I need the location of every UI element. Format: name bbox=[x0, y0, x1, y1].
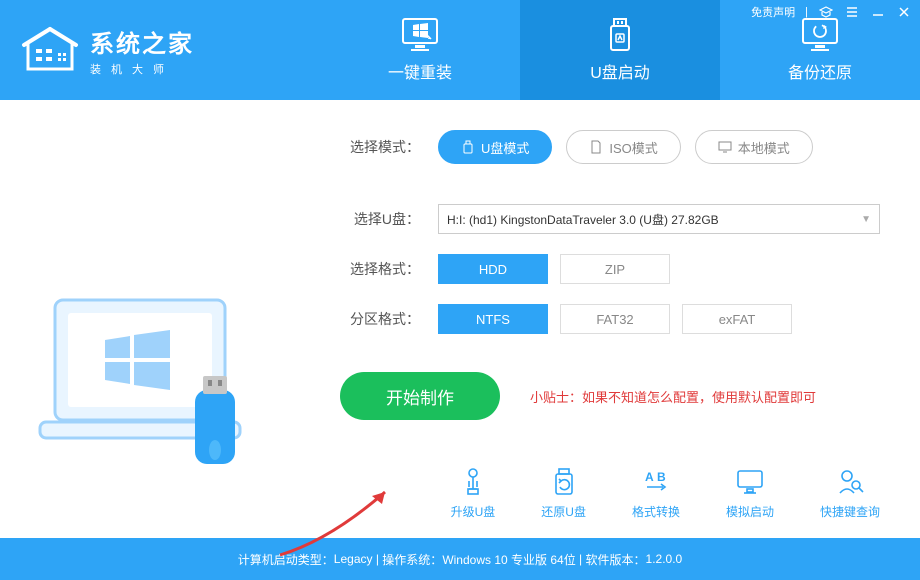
partition-row: 分区格式： NTFS FAT32 exFAT bbox=[340, 304, 880, 334]
disclaimer-link[interactable]: 免责声明 bbox=[751, 4, 795, 20]
start-create-button[interactable]: 开始制作 bbox=[340, 372, 500, 420]
mode-row: 选择模式： U盘模式 ISO模式 本地模式 bbox=[340, 130, 880, 164]
action-row: 开始制作 小贴士：如果不知道怎么配置，使用默认配置即可 bbox=[340, 372, 880, 420]
titlebar-controls: 免责声明 | bbox=[751, 4, 912, 20]
close-button[interactable] bbox=[896, 5, 912, 19]
status-bar: 计算机启动类型： Legacy | 操作系统： Windows 10 专业版 6… bbox=[0, 538, 920, 580]
format-hdd-button[interactable]: HDD bbox=[438, 254, 548, 284]
logo-sub: 装机大师 bbox=[90, 61, 194, 77]
mode-usb-button[interactable]: U盘模式 bbox=[438, 130, 552, 164]
boot-type-value: Legacy bbox=[334, 552, 373, 566]
mode-usb-text: U盘模式 bbox=[481, 138, 529, 157]
mode-label: 选择模式： bbox=[340, 137, 420, 157]
tab-label: 一键重装 bbox=[388, 59, 452, 83]
tab-usb-boot[interactable]: U盘启动 bbox=[520, 0, 720, 100]
tab-label: U盘启动 bbox=[590, 59, 650, 83]
usb-select-value: H:I: (hd1) KingstonDataTraveler 3.0 (U盘)… bbox=[447, 211, 719, 228]
usb-select-row: 选择U盘： H:I: (hd1) KingstonDataTraveler 3.… bbox=[340, 204, 880, 234]
tool-label: 模拟启动 bbox=[726, 503, 774, 520]
tool-simulate-boot[interactable]: 模拟启动 bbox=[726, 467, 774, 520]
bottom-tools: 升级U盘 还原U盘 AB 格式转换 模拟启动 快捷键查询 bbox=[451, 467, 880, 520]
partition-fat32-button[interactable]: FAT32 bbox=[560, 304, 670, 334]
format-row: 选择格式： HDD ZIP bbox=[340, 254, 880, 284]
laptop-usb-illustration bbox=[30, 280, 270, 490]
person-search-icon bbox=[835, 467, 865, 497]
partition-label: 分区格式： bbox=[340, 309, 420, 329]
app-header: 系统之家 装机大师 一键重装 U盘启动 bbox=[0, 0, 920, 100]
monitor-small-icon bbox=[718, 140, 732, 154]
app-logo-icon bbox=[20, 25, 80, 75]
chevron-down-icon: ▼ bbox=[861, 214, 871, 225]
mode-iso-text: ISO模式 bbox=[609, 138, 657, 157]
sep: | bbox=[373, 552, 383, 566]
usb-drive-icon bbox=[599, 17, 641, 53]
monitor-windows-icon bbox=[399, 17, 441, 53]
main-content: 选择模式： U盘模式 ISO模式 本地模式 选择U盘： H:I: (hd1) K… bbox=[0, 100, 920, 538]
boot-type-label: 计算机启动类型： bbox=[238, 551, 334, 568]
partition-ntfs-button[interactable]: NTFS bbox=[438, 304, 548, 334]
format-zip-button[interactable]: ZIP bbox=[560, 254, 670, 284]
tool-restore-usb[interactable]: 还原U盘 bbox=[541, 467, 586, 520]
tip-text: 小贴士：如果不知道怎么配置，使用默认配置即可 bbox=[530, 387, 816, 406]
version-label: 软件版本： bbox=[586, 551, 646, 568]
config-rows: 选择模式： U盘模式 ISO模式 本地模式 选择U盘： H:I: (hd1) K… bbox=[340, 130, 880, 334]
minimize-button[interactable] bbox=[870, 5, 886, 19]
mode-local-button[interactable]: 本地模式 bbox=[695, 130, 813, 164]
tool-upgrade-usb[interactable]: 升级U盘 bbox=[451, 467, 496, 520]
tab-one-click-reinstall[interactable]: 一键重装 bbox=[320, 0, 520, 100]
tool-label: 快捷键查询 bbox=[820, 503, 880, 520]
format-convert-icon: AB bbox=[641, 467, 671, 497]
usb-select-dropdown[interactable]: H:I: (hd1) KingstonDataTraveler 3.0 (U盘)… bbox=[438, 204, 880, 234]
os-value: Windows 10 专业版 64位 bbox=[442, 551, 575, 568]
graduation-cap-icon[interactable] bbox=[818, 5, 834, 19]
sep: | bbox=[576, 552, 586, 566]
file-small-icon bbox=[589, 140, 603, 154]
usb-restore-icon bbox=[549, 467, 579, 497]
logo-text: 系统之家 装机大师 bbox=[90, 24, 194, 77]
tool-hotkey-lookup[interactable]: 快捷键查询 bbox=[820, 467, 880, 520]
usb-select-label: 选择U盘： bbox=[340, 209, 420, 229]
tool-label: 还原U盘 bbox=[541, 503, 586, 520]
monitor-restore-icon bbox=[799, 17, 841, 53]
svg-text:B: B bbox=[657, 470, 666, 484]
monitor-icon bbox=[735, 467, 765, 497]
partition-exfat-button[interactable]: exFAT bbox=[682, 304, 792, 334]
format-label: 选择格式： bbox=[340, 259, 420, 279]
mode-iso-button[interactable]: ISO模式 bbox=[566, 130, 680, 164]
version-value: 1.2.0.0 bbox=[646, 552, 683, 566]
tool-label: 升级U盘 bbox=[451, 503, 496, 520]
os-label: 操作系统： bbox=[382, 551, 442, 568]
svg-text:A: A bbox=[645, 470, 654, 484]
menu-icon[interactable] bbox=[844, 5, 860, 19]
tool-label: 格式转换 bbox=[632, 503, 680, 520]
usb-small-icon bbox=[461, 140, 475, 154]
tool-format-convert[interactable]: AB 格式转换 bbox=[632, 467, 680, 520]
mode-local-text: 本地模式 bbox=[738, 138, 790, 157]
tab-label: 备份还原 bbox=[788, 59, 852, 83]
logo-main: 系统之家 bbox=[90, 24, 194, 59]
logo-area: 系统之家 装机大师 bbox=[0, 0, 320, 100]
usb-up-icon bbox=[458, 467, 488, 497]
vline: | bbox=[805, 6, 808, 18]
